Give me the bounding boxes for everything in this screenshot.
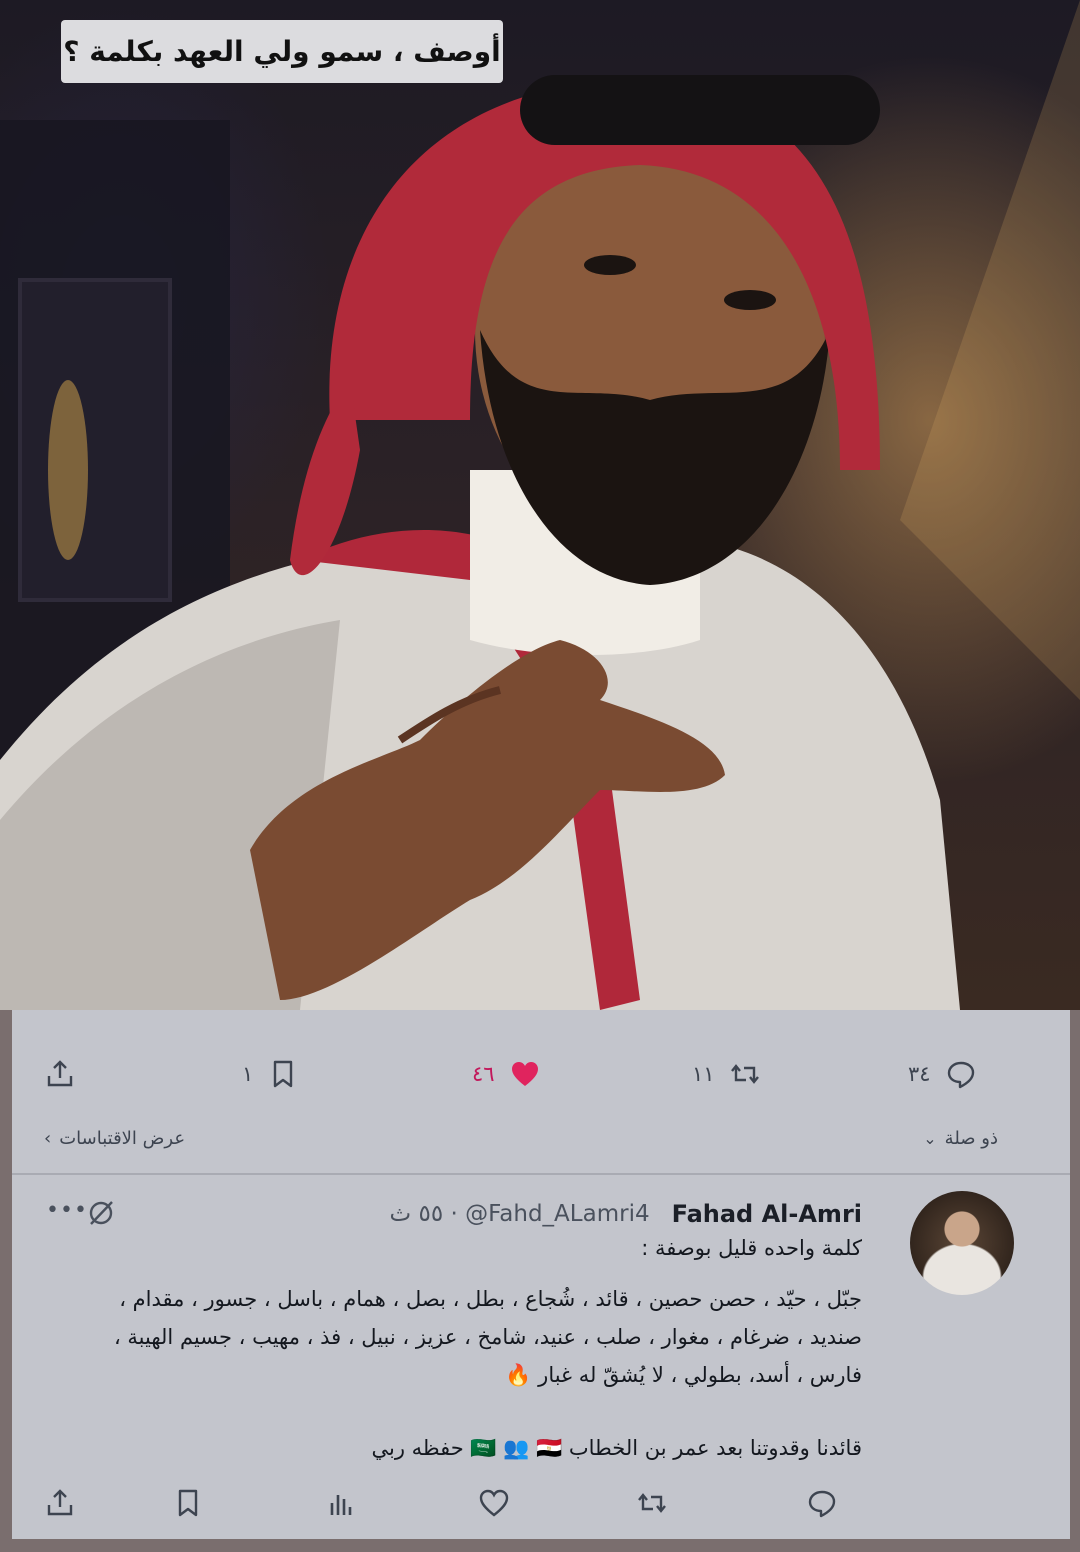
meta-separator: · [450, 1201, 458, 1227]
reply-text-line: صنديد ، ضرغام ، مغوار ، صلب ، عنيد، شامخ… [113, 1325, 862, 1349]
retweet-count: ١١ [692, 1062, 715, 1086]
tweet-photo[interactable]: أوصف ، سمو ولي العهد بكلمة ؟ [0, 0, 1080, 1010]
reply-header: ٥٥ ث · @Fahd_ALamri4 Fahad Al-Amri [390, 1200, 862, 1228]
grok-icon[interactable] [86, 1198, 116, 1228]
avatar[interactable] [910, 1191, 1014, 1295]
reply-text-line: قائدنا وقدوتنا بعد عمر بن الخطاب 🇸🇦 👥 🇪🇬… [371, 1436, 862, 1460]
bookmark-count: ١ [242, 1062, 254, 1086]
share-icon [47, 1060, 73, 1087]
like-action[interactable]: ٤٦ [472, 1058, 541, 1090]
like-count: ٤٦ [472, 1062, 495, 1086]
heart-filled-icon [511, 1062, 538, 1086]
author-name[interactable]: Fahad Al-Amri [672, 1200, 862, 1228]
author-handle[interactable]: @Fahd_ALamri4 [465, 1201, 649, 1227]
heart-icon [479, 1489, 509, 1517]
related-label: ذو صلة [944, 1128, 998, 1149]
reply-text-line: جبّل ، حيّد ، حصن حصين ، قائد ، شُجاع ، … [119, 1287, 862, 1311]
reply-bookmark-action[interactable] [172, 1487, 204, 1519]
divider [12, 1173, 1070, 1175]
share-action[interactable] [44, 1058, 76, 1090]
reply-like-action[interactable] [478, 1487, 510, 1519]
comment-icon [808, 1490, 836, 1518]
view-quotes-label: عرض الاقتباسات [59, 1128, 186, 1149]
reply-time: ٥٥ ث [389, 1201, 444, 1227]
view-quotes-link[interactable]: ‹ عرض الاقتباسات [44, 1128, 185, 1149]
portrait-illustration [0, 0, 1080, 1010]
photo-caption: أوصف ، سمو ولي العهد بكلمة ؟ [61, 20, 503, 83]
chevron-left-icon: ‹ [44, 1128, 52, 1149]
reply-text-line: فارس ، أسد، بطولي ، لا يُشقّ له غبار 🔥 [505, 1363, 862, 1387]
analytics-icon [330, 1495, 352, 1515]
share-icon [47, 1489, 73, 1516]
reply-share-action[interactable] [44, 1487, 76, 1519]
reply-text-line: كلمة واحده قليل بوصفة : [641, 1236, 862, 1260]
retweet-icon [638, 1493, 666, 1513]
comment-icon [947, 1061, 974, 1089]
retweet-action[interactable]: ١١ [692, 1058, 761, 1090]
bookmark-icon [178, 1489, 198, 1517]
bookmark-icon [274, 1060, 293, 1088]
bookmark-action[interactable]: ١ [242, 1058, 299, 1090]
related-toggle[interactable]: ذو صلة ⌄ [923, 1128, 998, 1149]
reply-views-action[interactable] [326, 1487, 358, 1519]
reply-retweet-action[interactable] [636, 1487, 668, 1519]
tweet-actions-card [12, 1010, 1070, 1184]
reply-count: ٣٤ [908, 1062, 931, 1086]
more-options-icon[interactable]: ••• [46, 1198, 88, 1223]
chevron-down-icon: ⌄ [923, 1129, 937, 1148]
reply-reply-action[interactable] [806, 1487, 838, 1519]
retweet-icon [730, 1064, 759, 1084]
reply-action[interactable]: ٣٤ [908, 1058, 977, 1090]
